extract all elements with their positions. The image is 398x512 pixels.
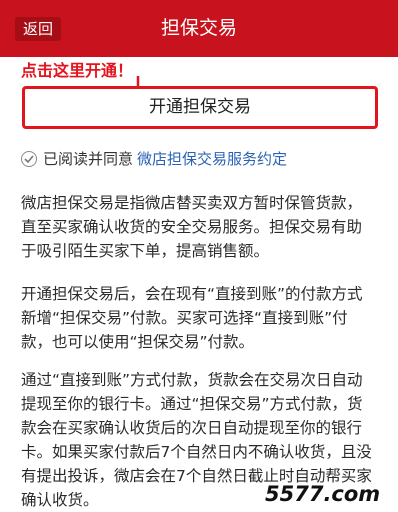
agreement-link[interactable]: 微店担保交易服务约定	[137, 150, 287, 168]
watermark-logo: 5577.com	[265, 482, 381, 506]
annotation-text: 点击这里开通！	[21, 61, 134, 80]
top-bar: 返回 担保交易	[0, 0, 398, 57]
agreement-row[interactable]: 已阅读并同意 微店担保交易服务约定	[21, 147, 287, 171]
description-paragraph-1: 微店担保交易是指微店替买卖双方暂时保管货款，直至买家确认收货的安全交易服务。担保…	[21, 194, 363, 260]
description-paragraph-2: 开通担保交易后，会在现有“直接到账”的付款方式新增“担保交易”付款。买家可选择“…	[21, 285, 363, 351]
agreement-text: 已阅读并同意	[43, 150, 134, 168]
page-title: 担保交易	[160, 17, 237, 39]
agreement-check-icon[interactable]	[21, 151, 37, 167]
open-guarantee-trade-button[interactable]: 开通担保交易	[22, 86, 378, 129]
